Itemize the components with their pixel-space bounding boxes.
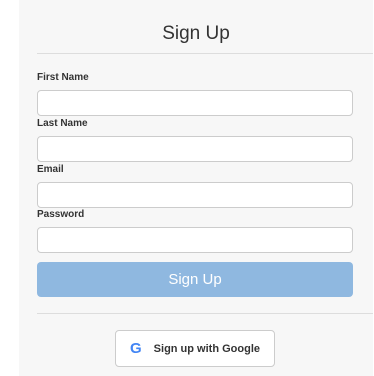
page-title: Sign Up [162, 23, 230, 44]
title-divider [37, 53, 373, 54]
google-signup-label: Sign up with Google [153, 342, 260, 355]
last-name-label: Last Name [37, 118, 88, 129]
google-icon: G [130, 340, 142, 357]
signup-card: Sign Up First Name Last Name Email Passw… [19, 0, 373, 376]
section-divider [37, 313, 373, 314]
google-signup-button[interactable]: G Sign up with Google [115, 330, 275, 367]
last-name-field[interactable] [37, 136, 353, 162]
password-field[interactable] [37, 227, 353, 253]
first-name-label: First Name [37, 72, 89, 83]
email-label: Email [37, 164, 64, 175]
first-name-field[interactable] [37, 90, 353, 116]
email-field[interactable] [37, 182, 353, 208]
signup-button[interactable]: Sign Up [37, 262, 353, 297]
password-label: Password [37, 209, 85, 220]
